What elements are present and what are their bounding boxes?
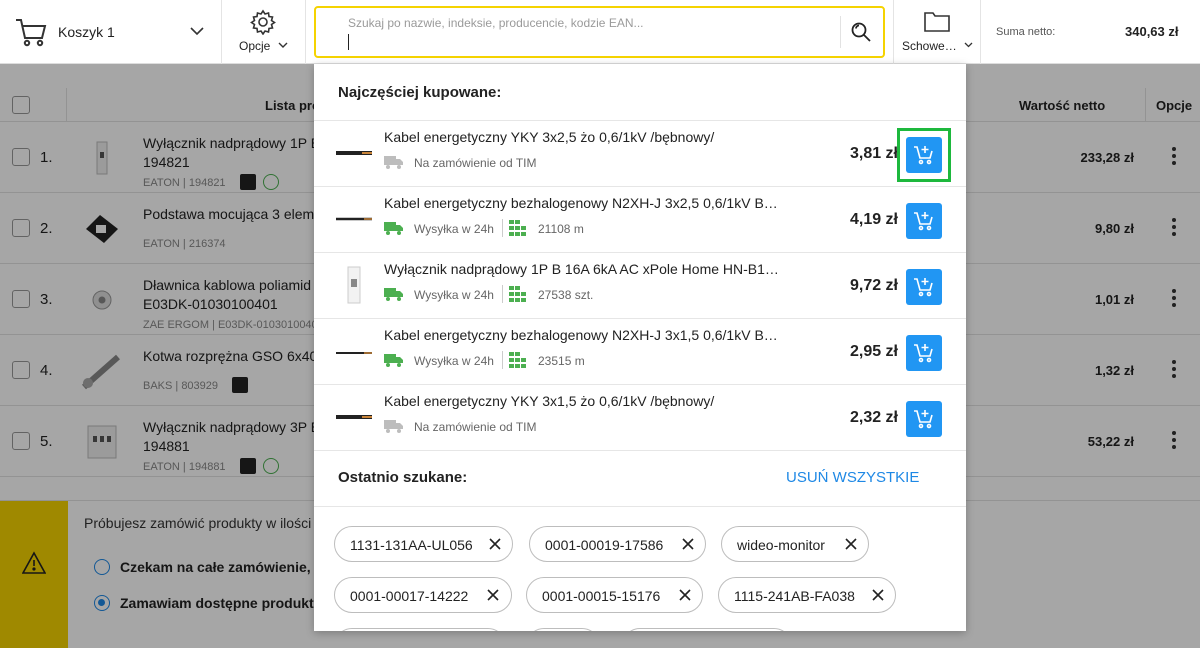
- stock-quantity: 27538 szt.: [538, 288, 594, 302]
- recent-search-chip[interactable]: 0001-00015-15176: [526, 577, 703, 613]
- add-to-cart-icon: [914, 212, 933, 231]
- add-to-cart-button[interactable]: [906, 269, 942, 305]
- most-bought-title: Najczęściej kupowane:: [333, 81, 501, 101]
- suggested-product[interactable]: Kabel energetyczny bezhalogenowy N2XH-J …: [314, 319, 966, 385]
- warehouse-stock-icon: [509, 286, 526, 302]
- separator: [502, 285, 503, 303]
- cable-thumbnail: [336, 352, 372, 354]
- add-to-cart-button[interactable]: [906, 203, 942, 239]
- search-placeholder: Szukaj po nazwie, indeksie, producencie,…: [348, 16, 644, 30]
- product-name[interactable]: Wyłącznik nadprądowy 1P B 16A 6kA AC xPo…: [384, 261, 784, 277]
- chevron-down-icon: [964, 42, 973, 48]
- product-price: 2,95 zł: [849, 343, 898, 360]
- stash-label: Schowe…: [902, 39, 957, 53]
- availability-text: Wysyłka w 24h: [414, 288, 494, 302]
- add-to-cart-button[interactable]: [906, 335, 942, 371]
- top-bar: Koszyk 1 Opcje Szukaj po nazwie, indeksi…: [0, 0, 1200, 64]
- add-to-cart-button[interactable]: [906, 401, 942, 437]
- truck-icon: [384, 354, 403, 367]
- add-to-cart-icon: [914, 344, 933, 363]
- cable-thumbnail: [336, 151, 372, 155]
- warehouse-stock-icon: [509, 220, 526, 236]
- recent-search-chip[interactable]: wideo-monitor: [721, 526, 869, 562]
- recent-search-chip[interactable]: [526, 628, 600, 631]
- add-to-cart-icon: [914, 410, 933, 429]
- recent-search-chip[interactable]: 0001-00017-14222: [334, 577, 512, 613]
- close-icon[interactable]: [489, 538, 501, 550]
- suggested-product[interactable]: Kabel energetyczny YKY 3x2,5 żo 0,6/1kV …: [314, 121, 966, 187]
- recent-search-chip[interactable]: 0001-00019-17586: [529, 526, 706, 562]
- availability-text: Wysyłka w 24h: [414, 354, 494, 368]
- suggested-product[interactable]: Kabel energetyczny bezhalogenowy N2XH-J …: [314, 187, 966, 253]
- close-icon[interactable]: [682, 538, 694, 550]
- chevron-down-icon: [278, 42, 288, 48]
- stock-quantity: 21108 m: [538, 222, 584, 236]
- add-to-cart-icon: [914, 146, 933, 165]
- recent-search-chip[interactable]: 1131-131AA-UL056: [334, 526, 513, 562]
- cart-label: Koszyk 1: [58, 24, 115, 40]
- close-icon[interactable]: [845, 538, 857, 550]
- close-icon[interactable]: [872, 589, 884, 601]
- recent-search-chip[interactable]: 1115-241AB-FA038: [718, 577, 896, 613]
- stash-button[interactable]: Schowe…: [893, 0, 981, 64]
- search-box[interactable]: Szukaj po nazwie, indeksie, producencie,…: [314, 6, 885, 58]
- separator: [502, 219, 503, 237]
- truck-icon: [384, 420, 403, 433]
- recent-search-chip[interactable]: [334, 628, 506, 631]
- search-icon[interactable]: [850, 21, 872, 43]
- cart-icon: [16, 19, 47, 47]
- add-to-cart-icon: [914, 278, 933, 297]
- warehouse-stock-icon: [509, 352, 526, 368]
- clear-all-button[interactable]: USUŃ WSZYSTKIE: [786, 469, 919, 486]
- close-icon[interactable]: [679, 589, 691, 601]
- divider: [314, 506, 966, 507]
- availability-text: Na zamówienie od TIM: [414, 420, 537, 434]
- truck-icon: [384, 288, 403, 301]
- add-to-cart-button[interactable]: [906, 137, 942, 173]
- recent-searches-title: Ostatnio szukane:: [333, 466, 467, 486]
- cart-selector[interactable]: Koszyk 1: [0, 0, 222, 64]
- divider: [314, 450, 966, 451]
- search-dropdown: Najczęściej kupowane: Kabel energetyczny…: [314, 64, 966, 631]
- product-name[interactable]: Kabel energetyczny YKY 3x1,5 żo 0,6/1kV …: [384, 393, 784, 409]
- product-price: 3,81 zł: [849, 145, 898, 162]
- search-divider: [840, 16, 841, 48]
- sum-value: 340,63 zł: [1125, 24, 1179, 39]
- chevron-down-icon: [190, 27, 204, 36]
- truck-icon: [384, 222, 403, 235]
- product-name[interactable]: Kabel energetyczny bezhalogenowy N2XH-J …: [384, 327, 784, 343]
- cable-thumbnail: [336, 415, 372, 419]
- sum-label: Suma netto:: [996, 26, 1056, 38]
- product-price: 2,32 zł: [849, 409, 898, 426]
- separator: [502, 351, 503, 369]
- breaker-thumbnail: [347, 266, 361, 304]
- product-name[interactable]: Kabel energetyczny YKY 3x2,5 żo 0,6/1kV …: [384, 129, 784, 145]
- options-button[interactable]: Opcje: [222, 0, 306, 64]
- text-caret: [348, 34, 349, 50]
- recent-search-chip[interactable]: [622, 628, 792, 631]
- product-price: 4,19 zł: [849, 211, 898, 228]
- gear-icon: [250, 9, 276, 35]
- availability-text: Na zamówienie od TIM: [414, 156, 537, 170]
- product-price: 9,72 zł: [849, 277, 898, 294]
- close-icon[interactable]: [487, 589, 499, 601]
- suggested-product[interactable]: Wyłącznik nadprądowy 1P B 16A 6kA AC xPo…: [314, 253, 966, 319]
- truck-icon: [384, 156, 403, 169]
- suggested-product[interactable]: Kabel energetyczny YKY 3x1,5 żo 0,6/1kV …: [314, 385, 966, 451]
- cable-thumbnail: [336, 217, 372, 221]
- availability-text: Wysyłka w 24h: [414, 222, 494, 236]
- options-label: Opcje: [239, 39, 271, 53]
- folder-icon: [924, 12, 950, 32]
- stock-quantity: 23515 m: [538, 354, 585, 368]
- product-name[interactable]: Kabel energetyczny bezhalogenowy N2XH-J …: [384, 195, 784, 211]
